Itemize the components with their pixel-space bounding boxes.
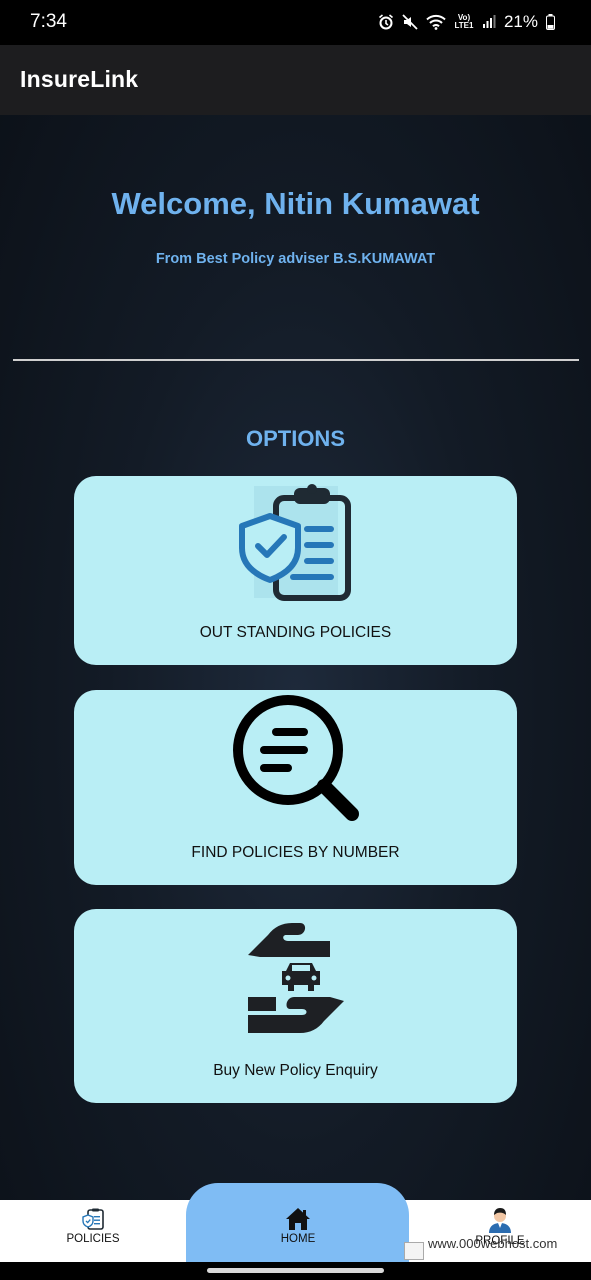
nav-home[interactable]: HOME	[256, 1207, 340, 1245]
signal-icon	[482, 15, 496, 28]
app-bar: InsureLink	[0, 45, 591, 115]
policies-icon	[82, 1208, 104, 1230]
card-label: Buy New Policy Enquiry	[213, 1062, 378, 1079]
home-icon	[286, 1208, 310, 1230]
card-find-policies[interactable]: FIND POLICIES BY NUMBER	[74, 690, 517, 885]
card-label: OUT STANDING POLICIES	[199, 624, 392, 641]
wifi-icon	[426, 14, 446, 30]
broken-image-icon	[404, 1242, 424, 1260]
status-icons: Vo) LTE1 21%	[378, 12, 555, 32]
profile-icon	[489, 1208, 511, 1233]
status-bar: 7:34 Vo) LTE1 21%	[0, 0, 591, 45]
nav-label: POLICIES	[66, 1233, 120, 1245]
mute-icon	[402, 14, 418, 30]
card-label: FIND POLICIES BY NUMBER	[191, 844, 400, 861]
divider	[13, 359, 579, 361]
hands-car-icon	[247, 923, 344, 1033]
app-title: InsureLink	[20, 66, 139, 92]
gesture-handle[interactable]	[207, 1268, 384, 1273]
nav-policies[interactable]: POLICIES	[54, 1207, 132, 1245]
battery-percent: 21%	[503, 12, 538, 31]
adviser-subtitle: From Best Policy adviser B.S.KUMAWAT	[155, 251, 436, 267]
network-label: Vo) LTE1	[454, 13, 474, 30]
status-time: 7:34	[30, 11, 67, 32]
options-heading: OPTIONS	[245, 426, 345, 451]
watermark-text: www.000webhost.com	[428, 1236, 558, 1251]
clipboard-shield-icon	[238, 484, 351, 601]
nav-label: HOME	[280, 1233, 316, 1245]
card-outstanding-policies[interactable]: OUT STANDING POLICIES	[74, 476, 517, 665]
hosting-watermark: www.000webhost.com	[404, 1236, 557, 1262]
alarm-icon	[378, 14, 393, 30]
welcome-heading: Welcome, Nitin Kumawat	[111, 186, 480, 221]
battery-icon	[546, 14, 555, 30]
card-buy-policy-enquiry[interactable]: Buy New Policy Enquiry	[74, 909, 517, 1103]
app-screen: 7:34 Vo) LTE1 21% InsureLink Welcome, Ni…	[0, 0, 591, 1280]
magnifier-icon	[232, 695, 359, 821]
